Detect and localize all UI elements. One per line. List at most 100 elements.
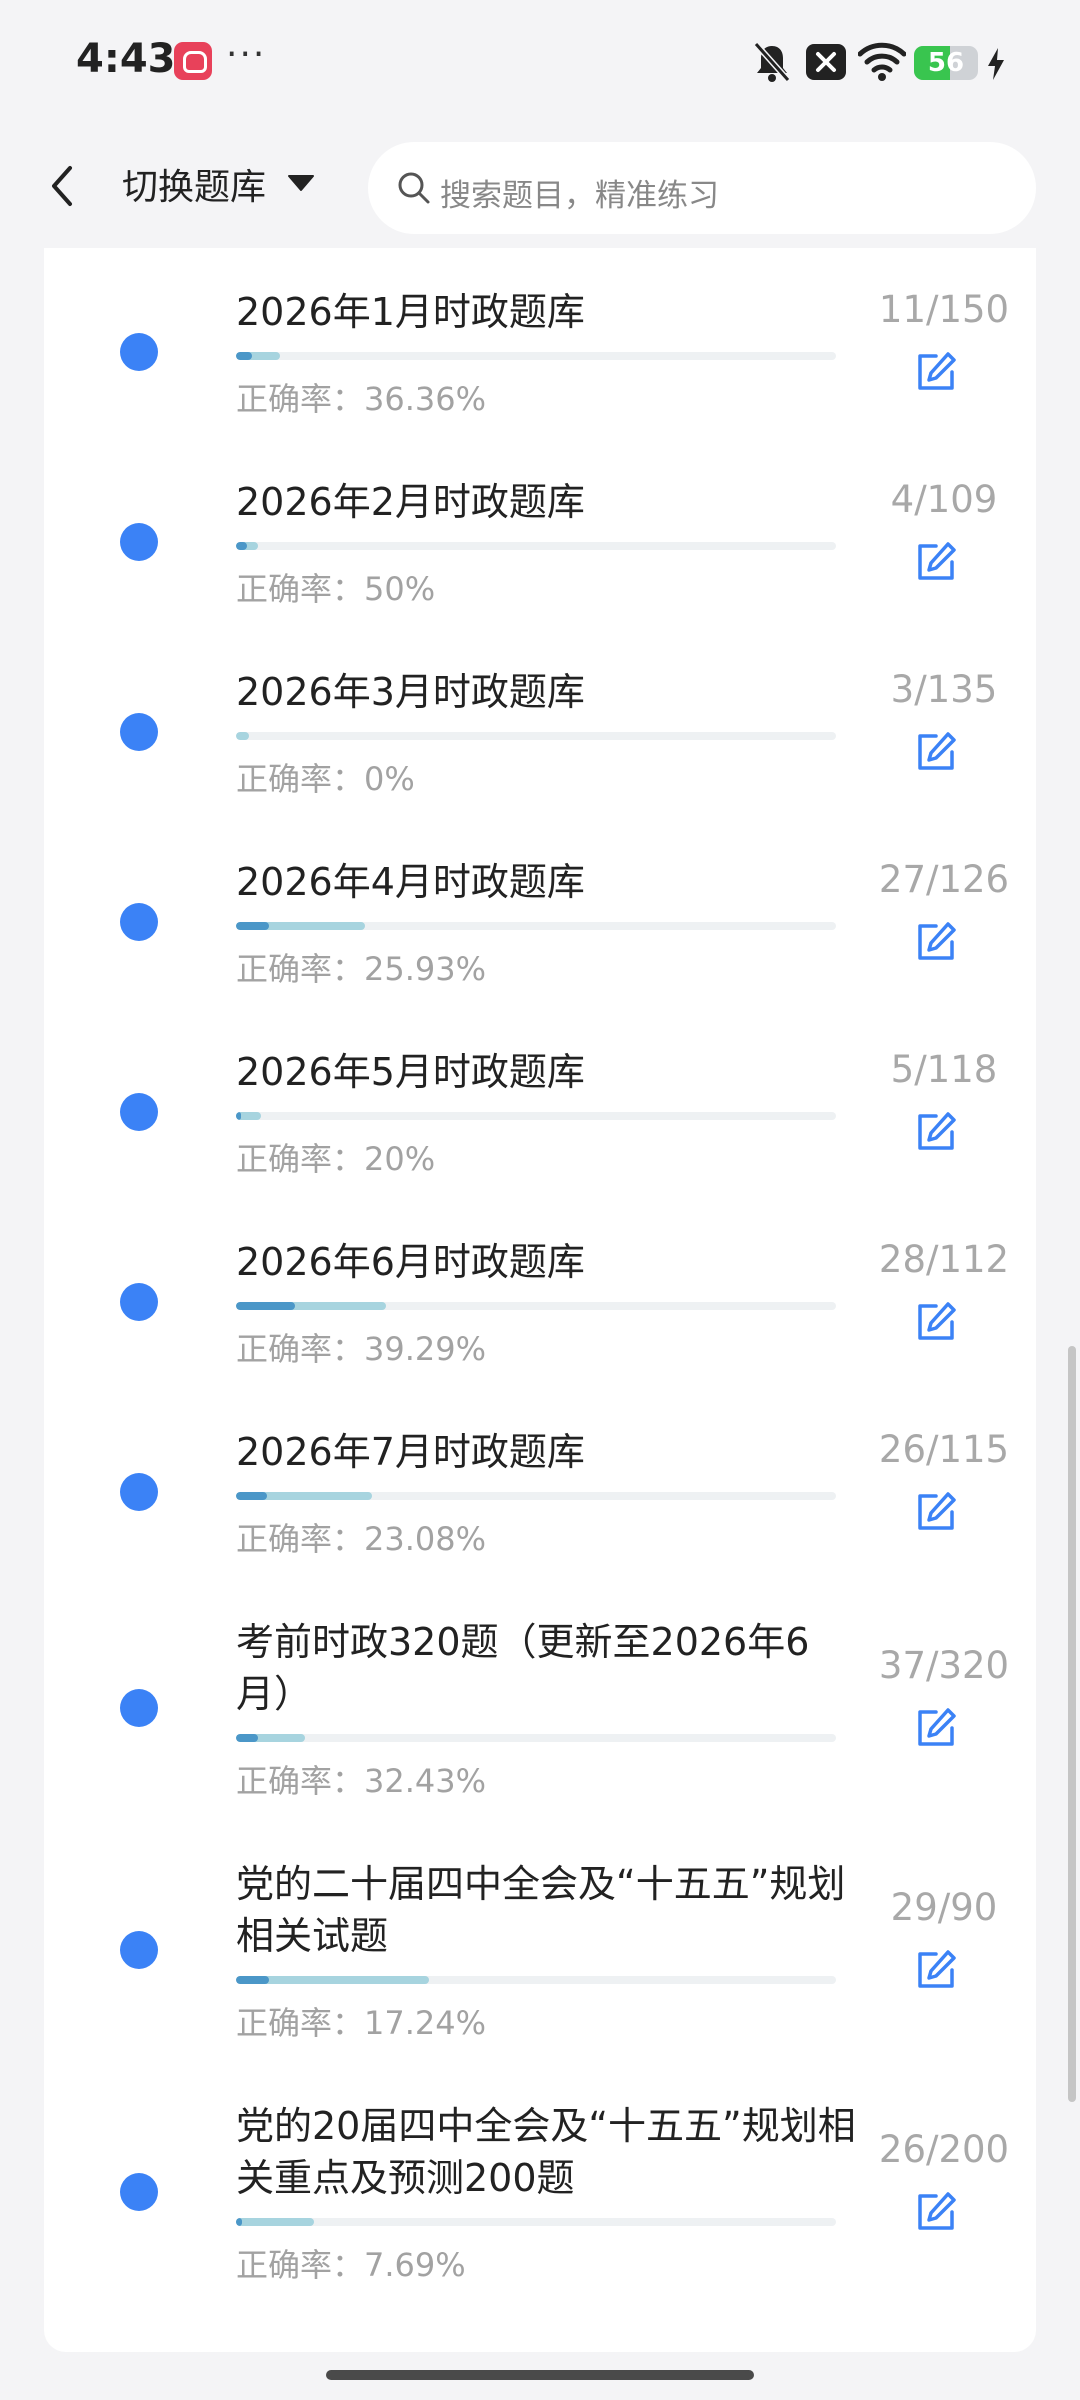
list-item[interactable]: 考前时政320题（更新至2026年6月） 正确率：32.43% 37/320 bbox=[44, 1616, 1036, 1800]
wifi-icon bbox=[858, 42, 906, 81]
list-item[interactable]: 党的二十届四中全会及“十五五”规划相关试题正确率：17.24% 29/90 bbox=[44, 1858, 1036, 2042]
progress-bar bbox=[236, 1492, 836, 1500]
progress-bar bbox=[236, 1976, 836, 1984]
list-item[interactable]: 2026年7月时政题库正确率：23.08% 26/115 bbox=[44, 1426, 1036, 1558]
battery-percent: 56 bbox=[927, 48, 965, 78]
accuracy-text: 正确率：36.36% bbox=[236, 380, 487, 418]
progress-count: 11/150 bbox=[878, 288, 1010, 331]
status-dot bbox=[120, 2173, 158, 2211]
correct-fill bbox=[236, 1734, 259, 1742]
bank-title: 考前时政320题（更新至2026年6月） bbox=[236, 1620, 810, 1716]
bank-title: 2026年6月时政题库 bbox=[236, 1240, 585, 1284]
progress-count: 37/320 bbox=[878, 1644, 1010, 1687]
progress-bar bbox=[236, 922, 836, 930]
home-indicator[interactable] bbox=[326, 2370, 754, 2380]
progress-bar bbox=[236, 1734, 836, 1742]
status-dot bbox=[120, 1093, 158, 1131]
list-item[interactable]: 2026年2月时政题库正确率：50% 4/109 bbox=[44, 476, 1036, 608]
list-item[interactable]: 2026年1月时政题库正确率：36.36% 11/150 bbox=[44, 286, 1036, 418]
switch-bank-title[interactable]: 切换题库 bbox=[122, 158, 266, 210]
charging-bolt-icon bbox=[988, 48, 1004, 80]
bank-title: 2026年1月时政题库 bbox=[236, 290, 585, 334]
correct-fill bbox=[236, 352, 252, 360]
edit-icon[interactable] bbox=[914, 1706, 958, 1750]
correct-fill bbox=[236, 1302, 295, 1310]
status-dot bbox=[120, 713, 158, 751]
accuracy-text: 正确率：50% bbox=[236, 570, 436, 608]
question-bank-list: 2026年1月时政题库 正确率：36.36% 11/150 2026年2月时政题库 正确… bbox=[44, 248, 1036, 2352]
edit-icon[interactable] bbox=[914, 1490, 958, 1534]
edit-icon[interactable] bbox=[914, 1948, 958, 1992]
bank-title: 党的20届四中全会及“十五五”规划相关重点及预测200题 bbox=[236, 2104, 856, 2200]
edit-icon[interactable] bbox=[914, 1300, 958, 1344]
progress-bar bbox=[236, 1302, 836, 1310]
bank-title: 党的二十届四中全会及“十五五”规划相关试题 bbox=[236, 1862, 846, 1958]
correct-fill bbox=[236, 1976, 270, 1984]
status-dot bbox=[120, 1283, 158, 1321]
clock-time: 4:43 bbox=[76, 36, 176, 82]
status-dot bbox=[120, 333, 158, 371]
accuracy-text: 正确率：17.24% bbox=[236, 2004, 487, 2042]
progress-bar bbox=[236, 732, 836, 740]
accuracy-text: 正确率：23.08% bbox=[236, 1520, 487, 1558]
list-item[interactable]: 2026年6月时政题库正确率：39.29% 28/112 bbox=[44, 1236, 1036, 1368]
progress-count: 26/200 bbox=[878, 2128, 1010, 2171]
more-notifications-icon: ··· bbox=[226, 34, 267, 75]
scrollbar[interactable] bbox=[1068, 1346, 1076, 2102]
status-bar: 4:43 ··· 56 bbox=[0, 0, 1080, 128]
status-dot bbox=[120, 903, 158, 941]
status-dot bbox=[120, 1931, 158, 1969]
progress-count: 3/135 bbox=[890, 668, 998, 711]
list-item[interactable]: 2026年3月时政题库正确率：0% 3/135 bbox=[44, 666, 1036, 798]
bank-title: 2026年2月时政题库 bbox=[236, 480, 585, 524]
edit-icon[interactable] bbox=[914, 350, 958, 394]
accuracy-text: 正确率：39.29% bbox=[236, 1330, 487, 1368]
list-item[interactable]: 2026年5月时政题库正确率：20% 5/118 bbox=[44, 1046, 1036, 1178]
progress-bar bbox=[236, 352, 836, 360]
bank-title: 2026年4月时政题库 bbox=[236, 860, 585, 904]
status-dot bbox=[120, 1473, 158, 1511]
edit-icon[interactable] bbox=[914, 920, 958, 964]
correct-fill bbox=[236, 1492, 268, 1500]
accuracy-text: 正确率：32.43% bbox=[236, 1762, 487, 1800]
bank-title: 2026年7月时政题库 bbox=[236, 1430, 585, 1474]
accuracy-text: 正确率：25.93% bbox=[236, 950, 487, 988]
progress-count: 4/109 bbox=[890, 478, 998, 521]
caret-down-icon[interactable] bbox=[286, 172, 316, 194]
progress-count: 5/118 bbox=[890, 1048, 998, 1091]
progress-fill bbox=[236, 2218, 314, 2226]
accuracy-text: 正确率：20% bbox=[236, 1140, 436, 1178]
status-dot bbox=[120, 523, 158, 561]
progress-bar bbox=[236, 1112, 836, 1120]
edit-icon[interactable] bbox=[914, 2190, 958, 2234]
progress-bar bbox=[236, 542, 836, 550]
back-arrow-icon[interactable] bbox=[42, 156, 82, 216]
bank-title: 2026年5月时政题库 bbox=[236, 1050, 585, 1094]
search-input[interactable]: 搜索题目，精准练习 bbox=[368, 142, 1036, 234]
list-item[interactable]: 2026年4月时政题库正确率：25.93% 27/126 bbox=[44, 856, 1036, 988]
search-placeholder: 搜索题目，精准练习 bbox=[440, 178, 719, 214]
battery-icon: 56 bbox=[914, 46, 978, 80]
edit-icon[interactable] bbox=[914, 540, 958, 584]
accuracy-text: 正确率：0% bbox=[236, 760, 415, 798]
search-icon bbox=[398, 172, 430, 204]
list-item[interactable]: 党的20届四中全会及“十五五”规划相关重点及预测200题正确率：7.69% 26/… bbox=[44, 2100, 1036, 2284]
correct-fill bbox=[236, 922, 270, 930]
status-dot bbox=[120, 1689, 158, 1727]
progress-count: 29/90 bbox=[890, 1886, 998, 1929]
progress-bar bbox=[236, 2218, 836, 2226]
correct-fill bbox=[236, 2218, 242, 2226]
bank-title: 2026年3月时政题库 bbox=[236, 670, 585, 714]
edit-icon[interactable] bbox=[914, 730, 958, 774]
progress-count: 26/115 bbox=[878, 1428, 1010, 1471]
accuracy-text: 正确率：7.69% bbox=[236, 2246, 466, 2284]
correct-fill bbox=[236, 1112, 242, 1120]
correct-fill bbox=[236, 542, 247, 550]
top-nav-bar: 切换题库 搜索题目，精准练习 bbox=[0, 128, 1080, 248]
progress-count: 27/126 bbox=[878, 858, 1010, 901]
progress-fill bbox=[236, 732, 250, 740]
bell-muted-icon bbox=[753, 42, 791, 82]
edit-icon[interactable] bbox=[914, 1110, 958, 1154]
progress-count: 28/112 bbox=[878, 1238, 1010, 1281]
close-notification-icon bbox=[806, 44, 846, 80]
